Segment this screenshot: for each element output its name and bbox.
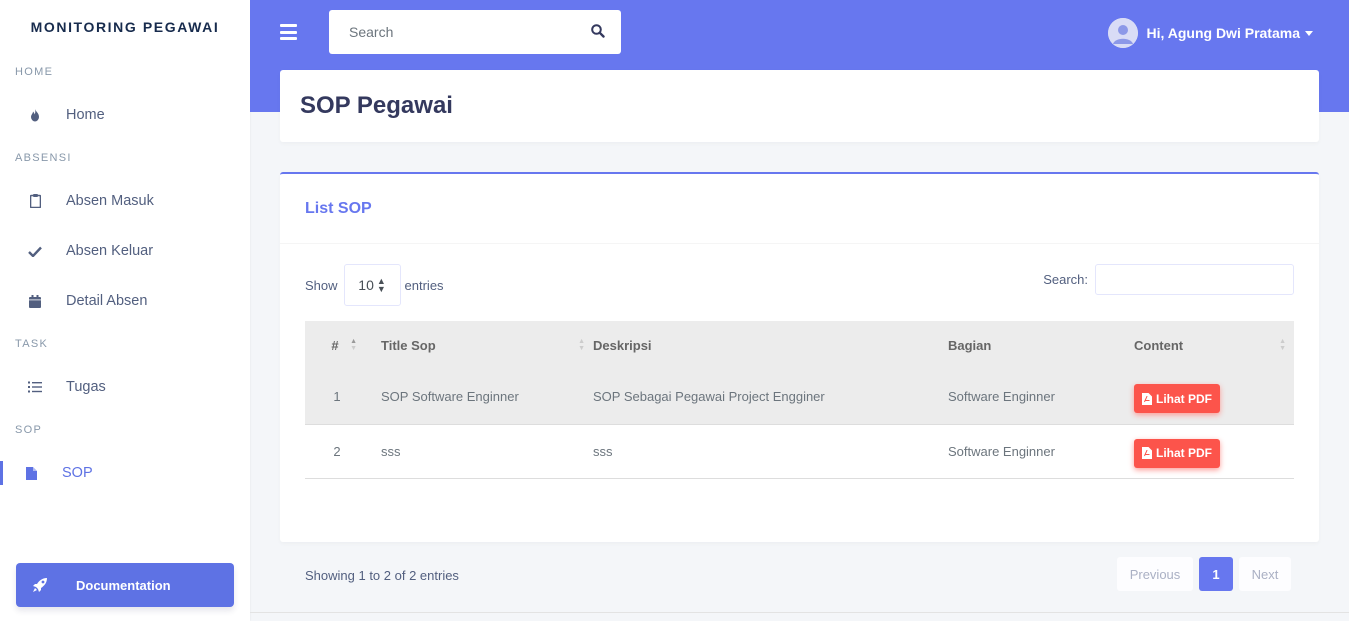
- page-header: SOP Pegawai: [280, 70, 1319, 142]
- previous-button[interactable]: Previous: [1117, 557, 1193, 591]
- sidebar-item-label: SOP: [62, 465, 93, 481]
- section-absensi: ABSENSI: [15, 152, 72, 164]
- sort-arrows-icon: ▲ ▼: [376, 276, 386, 294]
- check-icon: [28, 244, 42, 258]
- section-task: TASK: [15, 338, 49, 350]
- cell-deskripsi: sss: [593, 443, 613, 459]
- search-input[interactable]: [329, 24, 569, 40]
- list-icon: [28, 380, 42, 394]
- sop-table: # ▲ ▼ Title Sop ▲ ▼ Deskripsi Bagian Conte: [305, 321, 1294, 479]
- entries-value: 10: [358, 277, 374, 293]
- page-title: SOP Pegawai: [300, 92, 453, 119]
- footer-divider: [250, 612, 1349, 613]
- next-button[interactable]: Next: [1239, 557, 1291, 591]
- brand-title[interactable]: MONITORING PEGAWAI: [0, 0, 250, 54]
- user-greeting: Hi, Agung Dwi Pratama: [1146, 25, 1300, 41]
- clipboard-icon: [28, 194, 42, 208]
- sidebar-item-absen-masuk[interactable]: Absen Masuk: [0, 176, 250, 226]
- cell-bagian: Software Enginner: [948, 443, 1055, 459]
- sidebar-item-label: Tugas: [66, 379, 106, 395]
- sort-icon: ▲ ▼: [1279, 338, 1286, 352]
- section-sop: SOP: [15, 424, 43, 436]
- lihat-pdf-button[interactable]: Lihat PDF: [1134, 438, 1220, 468]
- sidebar-item-label: Home: [66, 107, 105, 123]
- rocket-icon: [32, 577, 48, 593]
- table-filter: Search:: [1043, 264, 1294, 295]
- sidebar-item-sop[interactable]: SOP: [0, 448, 250, 498]
- sidebar-item-detail-absen[interactable]: Detail Absen: [0, 276, 250, 326]
- fire-icon: [28, 108, 42, 122]
- entries-length: Show 10 ▲ ▼ entries: [305, 264, 444, 306]
- column-header-title[interactable]: Title Sop ▲ ▼: [365, 321, 593, 370]
- column-header-deskripsi: Deskripsi: [593, 338, 652, 353]
- cell-title: SOP Software Enginner: [381, 389, 519, 405]
- cell-deskripsi: SOP Sebagai Pegawai Project Engginer: [593, 389, 825, 405]
- cell-content: Lihat PDF: [1134, 370, 1294, 424]
- calendar-icon: [28, 294, 42, 308]
- sop-card: List SOP Show 10 ▲ ▼ entries Search: # ▲ ▼: [280, 172, 1319, 591]
- search-box: [329, 10, 621, 54]
- table-header-row: # ▲ ▼ Title Sop ▲ ▼ Deskripsi Bagian Conte: [305, 321, 1294, 370]
- table-row: 1 SOP Software Enginner SOP Sebagai Pega…: [305, 370, 1294, 424]
- file-icon: [24, 466, 38, 480]
- chevron-down-icon: [1305, 30, 1313, 36]
- user-dropdown[interactable]: Hi, Agung Dwi Pratama: [1108, 18, 1313, 48]
- sidebar-item-absen-keluar[interactable]: Absen Keluar: [0, 226, 250, 276]
- file-pdf-icon: [1142, 447, 1152, 459]
- documentation-label: Documentation: [76, 577, 171, 593]
- sort-icon: ▲ ▼: [578, 338, 585, 352]
- cell-title: sss: [381, 443, 401, 459]
- section-home: HOME: [15, 66, 54, 78]
- table-row: 2 sss sss Software Enginner Lihat PDF: [305, 424, 1294, 478]
- documentation-button[interactable]: Documentation: [16, 563, 234, 607]
- avatar: [1108, 18, 1139, 48]
- sidebar: MONITORING PEGAWAI HOME Home ABSENSI Abs…: [0, 0, 250, 621]
- card-title: List SOP: [305, 199, 372, 217]
- pagination: Previous 1 Next: [1117, 557, 1291, 591]
- table-search-input[interactable]: [1095, 264, 1294, 295]
- cell-content: Lihat PDF: [1134, 424, 1294, 478]
- sidebar-item-label: Absen Keluar: [66, 243, 154, 259]
- file-pdf-icon: [1142, 392, 1152, 405]
- column-header-bagian: Bagian: [948, 338, 992, 353]
- search-icon[interactable]: [591, 24, 605, 43]
- page-1-button[interactable]: 1: [1199, 557, 1233, 591]
- cell-bagian: Software Enginner: [948, 389, 1055, 405]
- cell-no: 2: [333, 443, 341, 459]
- cell-no: 1: [333, 389, 341, 405]
- sort-icon: ▲ ▼: [350, 338, 357, 352]
- lihat-pdf-button[interactable]: Lihat PDF: [1134, 384, 1220, 414]
- entries-select[interactable]: 10 ▲ ▼: [343, 264, 401, 306]
- show-label: Show: [305, 277, 338, 293]
- entries-label: entries: [404, 277, 444, 293]
- column-header-no[interactable]: # ▲ ▼: [305, 321, 365, 370]
- sidebar-item-label: Detail Absen: [66, 293, 148, 309]
- sidebar-item-label: Absen Masuk: [66, 193, 154, 209]
- sidebar-item-home[interactable]: Home: [0, 90, 250, 140]
- search-label: Search:: [1043, 272, 1088, 287]
- table-info: Showing 1 to 2 of 2 entries: [305, 568, 459, 583]
- menu-toggle-icon[interactable]: [280, 24, 297, 40]
- card-header: List SOP: [280, 174, 1319, 244]
- sidebar-item-tugas[interactable]: Tugas: [0, 362, 250, 412]
- column-header-content[interactable]: Content ▲ ▼: [1134, 321, 1294, 370]
